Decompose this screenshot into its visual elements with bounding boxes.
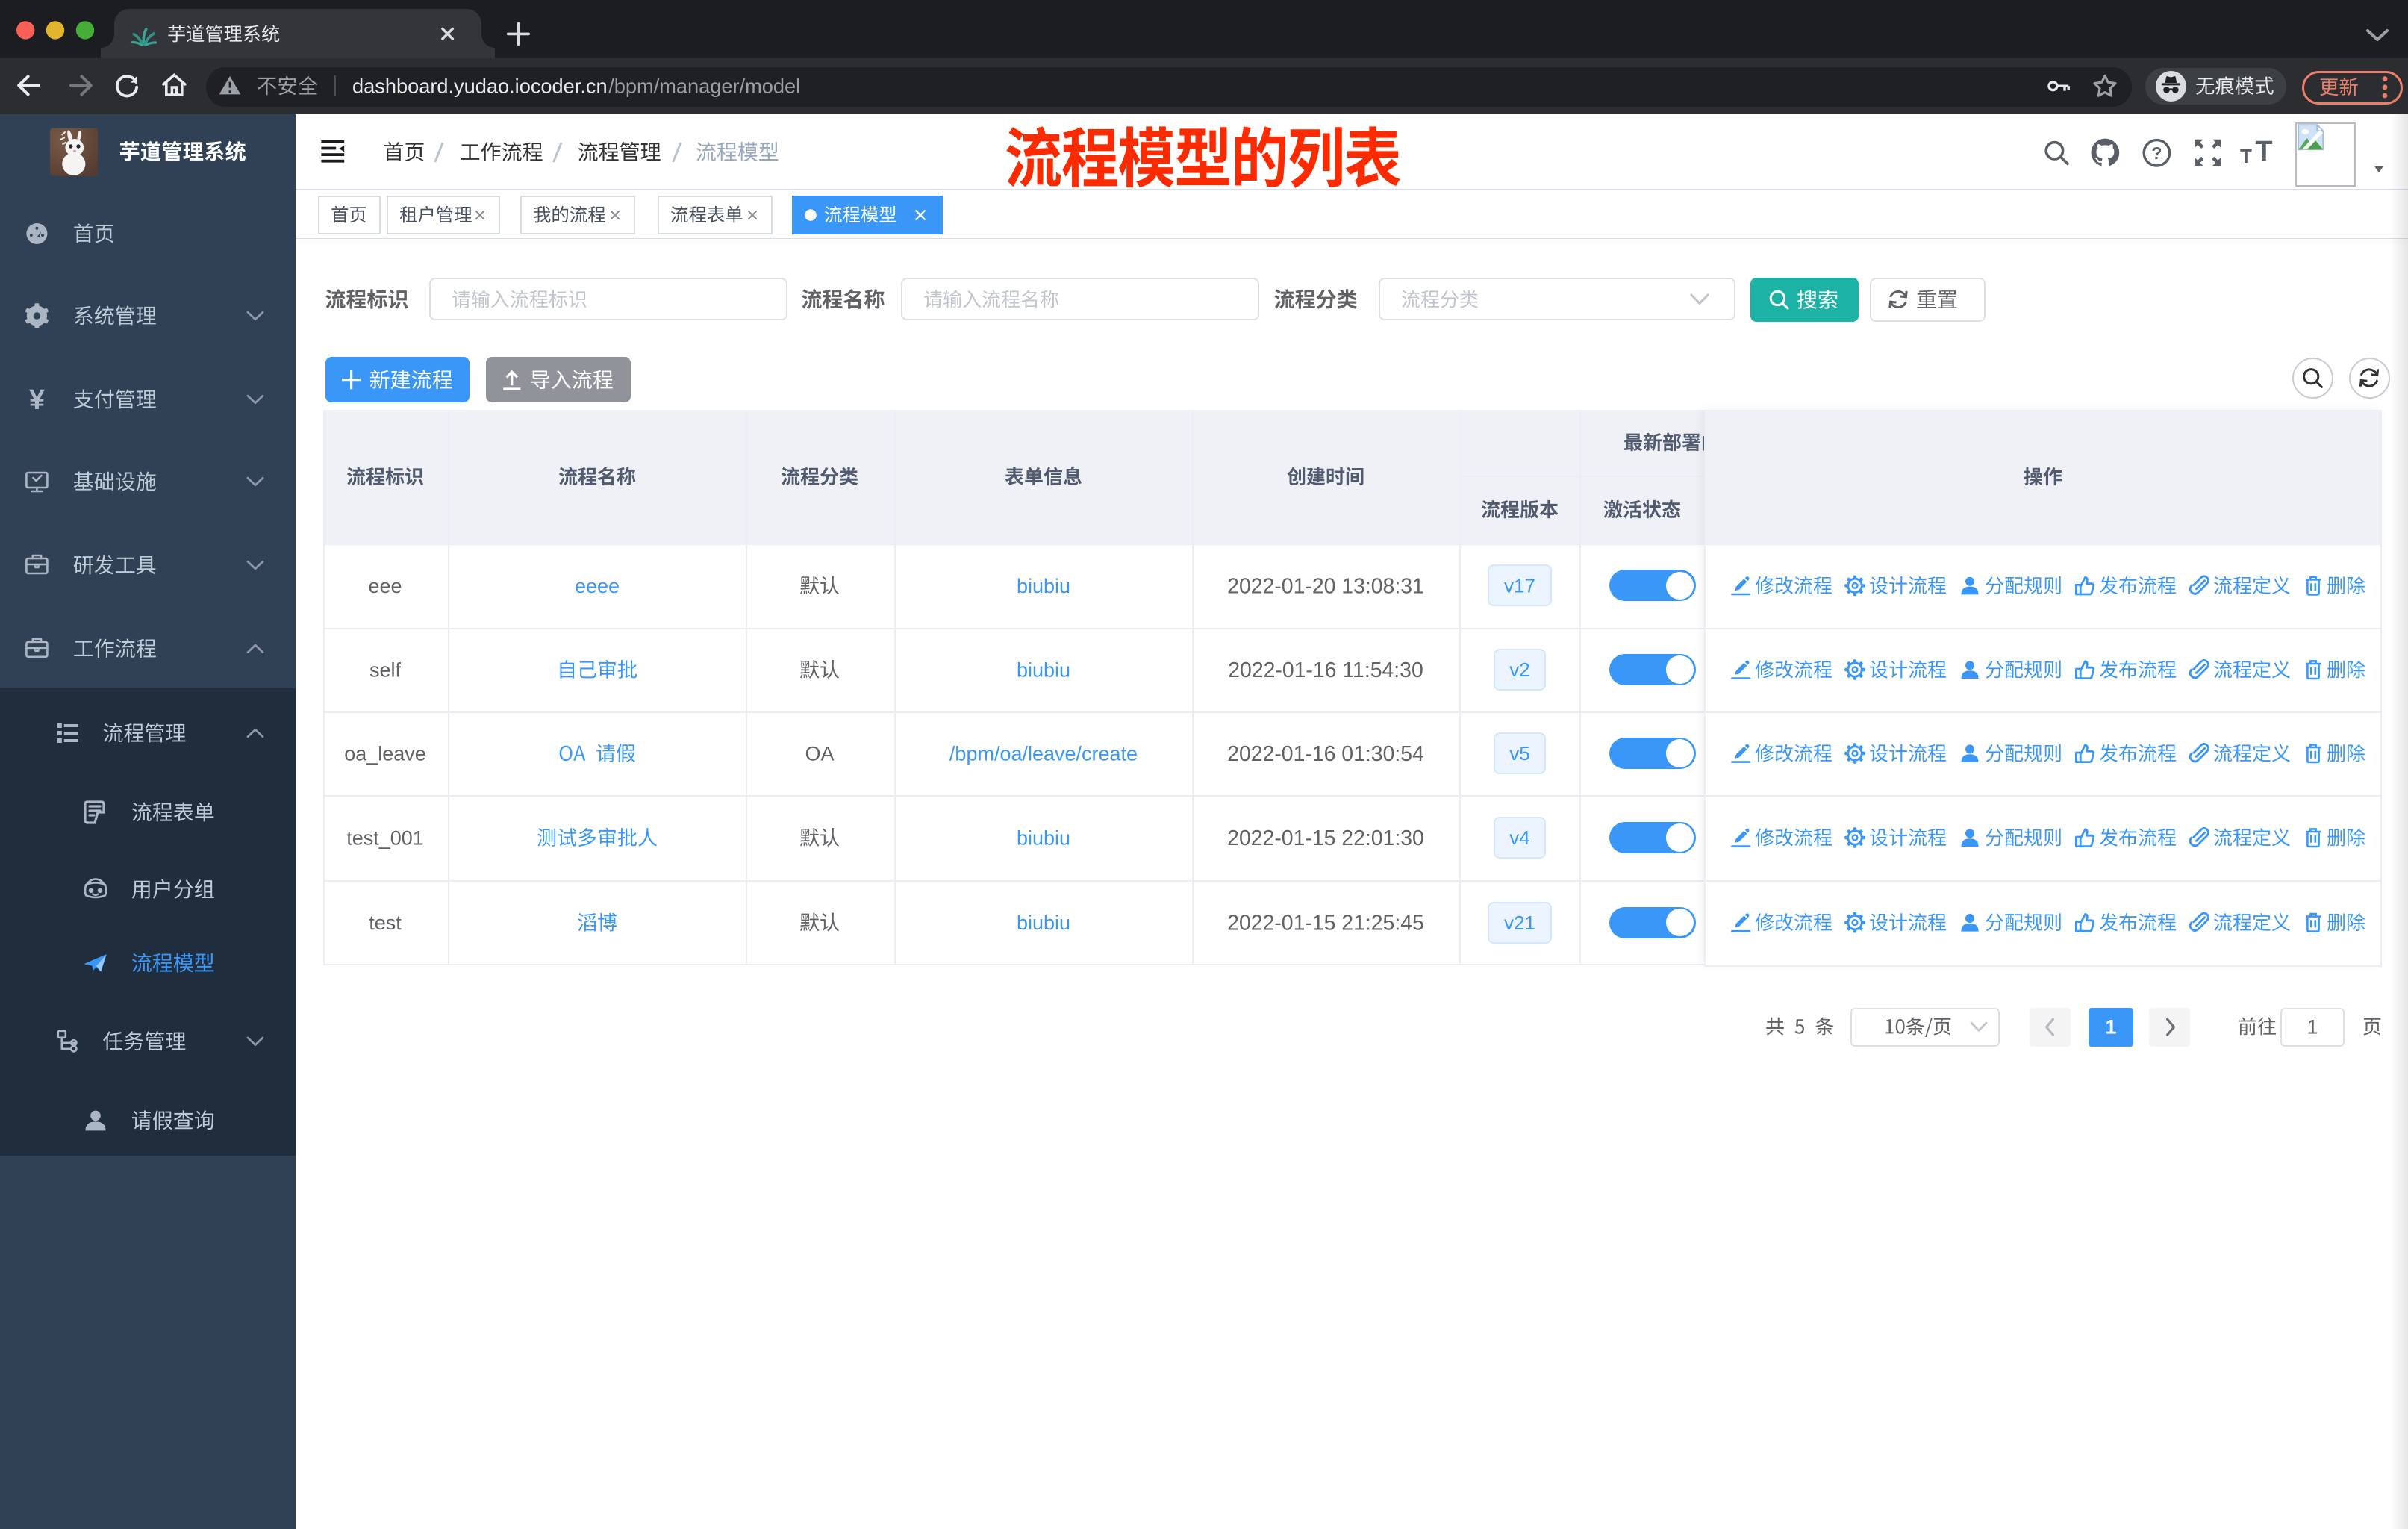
- svg-text:OA: OA: [805, 743, 834, 765]
- svg-text:oa_leave: oa_leave: [344, 743, 426, 765]
- svg-text:dashboard.yudao.iocoder.cn: dashboard.yudao.iocoder.cn: [352, 74, 608, 97]
- svg-text:T: T: [2240, 145, 2252, 167]
- svg-text:biubiu: biubiu: [1017, 659, 1070, 682]
- svg-text:v17: v17: [1504, 575, 1535, 597]
- svg-text:biubiu: biubiu: [1017, 575, 1070, 597]
- svg-text:eeee: eeee: [575, 575, 620, 597]
- svg-text:2022-01-16 11:54:30: 2022-01-16 11:54:30: [1228, 658, 1423, 682]
- svg-text:2022-01-20 13:08:31: 2022-01-20 13:08:31: [1227, 574, 1424, 598]
- svg-text:1: 1: [2105, 1016, 2116, 1038]
- svg-text:/bpm/oa/leave/create: /bpm/oa/leave/create: [949, 743, 1138, 765]
- svg-text:¥: ¥: [29, 384, 45, 416]
- svg-text:test: test: [369, 912, 402, 934]
- svg-text:v5: v5: [1509, 742, 1529, 764]
- svg-text:eee: eee: [368, 575, 402, 597]
- svg-text:biubiu: biubiu: [1017, 827, 1070, 850]
- svg-text:?: ?: [2151, 143, 2162, 163]
- svg-text:biubiu: biubiu: [1017, 912, 1070, 934]
- svg-text:1: 1: [2306, 1016, 2318, 1038]
- svg-text:T: T: [2255, 136, 2272, 167]
- svg-text:2022-01-16 01:30:54: 2022-01-16 01:30:54: [1227, 742, 1424, 766]
- svg-text:self: self: [369, 659, 402, 682]
- svg-text:test_001: test_001: [346, 827, 424, 850]
- svg-text:/bpm/manager/model: /bpm/manager/model: [608, 74, 800, 97]
- svg-text:v2: v2: [1509, 658, 1529, 681]
- svg-text:v4: v4: [1509, 826, 1529, 849]
- svg-text:v21: v21: [1504, 912, 1535, 934]
- svg-text:2022-01-15 21:25:45: 2022-01-15 21:25:45: [1227, 912, 1424, 935]
- svg-text:2022-01-15 22:01:30: 2022-01-15 22:01:30: [1227, 826, 1424, 850]
